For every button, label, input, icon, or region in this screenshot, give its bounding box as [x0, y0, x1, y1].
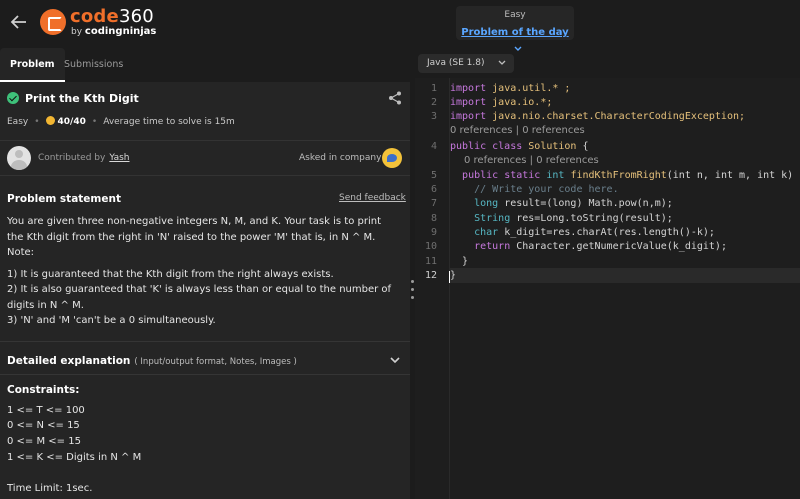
code-import-util: java.util.* ;: [492, 83, 571, 94]
time-limit: Time Limit: 1sec.: [7, 483, 93, 494]
code-line-8: String res=Long.toString(result);: [474, 213, 673, 224]
constraint-3: 0 <= M <= 15: [7, 436, 81, 447]
detail-heading: Detailed explanation: [7, 355, 131, 367]
codelens-references[interactable]: 0 references | 0 references: [464, 155, 599, 166]
avatar: [7, 146, 31, 170]
line-number: 2: [430, 97, 437, 108]
code-editor[interactable]: 1 2 3 4 5 6 7 8 9 10 11 12 import java.u…: [415, 78, 800, 499]
chevron-down-icon[interactable]: [390, 356, 400, 364]
code-method-name: findKthFromRight: [570, 170, 667, 181]
constraint-4: 1 <= K <= Digits in N ^ M: [7, 452, 142, 463]
note-label: Note:: [7, 247, 35, 258]
problem-meta: Easy • 40/40 • Average time to solve is 15m: [7, 116, 235, 127]
code-import-charset: java.nio.charset.CharacterCodingExceptio…: [492, 111, 746, 122]
code-close-method: }: [462, 256, 469, 267]
code-import-io: java.io.*;: [492, 97, 553, 108]
share-icon[interactable]: [388, 91, 402, 105]
line-number: 9: [430, 227, 437, 238]
logo-by: by: [71, 27, 83, 37]
contributor-row: Contributed by Yash Asked in company: [0, 140, 410, 176]
line-number: 1: [430, 83, 437, 94]
line-number: 8: [430, 213, 437, 224]
line-number: 3: [430, 111, 437, 122]
logo-title[interactable]: code360: [70, 6, 154, 27]
potd-link[interactable]: Problem of the day: [461, 27, 568, 38]
code-line-6: // Write your code here.: [450, 184, 619, 198]
line-number: 11: [424, 256, 437, 267]
code-stmt-res: res=Long.toString(result);: [516, 213, 673, 224]
detailed-explanation-toggle[interactable]: Detailed explanation( Input/output forma…: [7, 355, 297, 367]
note-1: 1) It is guaranteed that the Kth digit f…: [7, 269, 334, 280]
codelens-references[interactable]: 0 references | 0 references: [450, 125, 585, 136]
company-logo-icon[interactable]: [382, 148, 402, 168]
top-bar: code360 by codingninjas Easy Problem of …: [0, 0, 800, 51]
potd-difficulty: Easy: [504, 10, 526, 20]
code-stmt-return: Character.getNumericValue(k_digit);: [516, 241, 727, 252]
code-comment: // Write your code here.: [474, 184, 619, 195]
statement-text: You are given three non-negative integer…: [7, 216, 381, 243]
logo-360: 360: [118, 6, 154, 27]
code-line-1: import java.util.* ;: [450, 83, 571, 94]
problem-of-the-day[interactable]: Easy Problem of the day: [456, 6, 574, 51]
logo-code: code: [70, 6, 119, 27]
language-select[interactable]: Java (SE 1.8): [418, 54, 514, 73]
contributed-label: Contributed by: [38, 153, 106, 163]
line-number: 7: [430, 198, 437, 209]
coin-icon: [45, 116, 55, 125]
constraint-1: 1 <= T <= 100: [7, 405, 85, 416]
code-close-class: }: [450, 270, 457, 281]
tab-submissions[interactable]: Submissions: [54, 48, 133, 82]
contributor-link[interactable]: Yash: [109, 153, 129, 163]
code-line-3: import java.nio.charset.CharacterCodingE…: [450, 111, 746, 122]
code-line-2: import java.io.*;: [450, 97, 553, 108]
back-arrow-icon[interactable]: [9, 12, 29, 32]
code-line-9: char k_digit=res.charAt(res.length()-k);: [474, 227, 715, 238]
line-number: 12: [424, 270, 437, 281]
avg-time: Average time to solve is 15m: [103, 117, 235, 127]
problem-title: Print the Kth Digit: [25, 92, 139, 105]
line-number-gutter: 1 2 3 4 5 6 7 8 9 10 11 12: [415, 78, 449, 499]
panel-resize-handle[interactable]: [411, 280, 414, 304]
send-feedback-link[interactable]: Send feedback: [339, 193, 406, 203]
divider: [0, 374, 410, 375]
chevron-down-icon: [498, 60, 506, 65]
line-number: 4: [430, 141, 437, 152]
difficulty-label: Easy: [7, 117, 29, 127]
code-line-12: }: [450, 270, 456, 284]
contributed-by: Contributed by Yash: [38, 153, 130, 163]
code-stmt-result: result=(long) Math.pow(n,m);: [504, 198, 673, 209]
code-line-5: public static int findKthFromRight(int n…: [450, 170, 800, 184]
note-3: 3) 'N' and 'M 'can't be a 0 simultaneous…: [7, 315, 216, 326]
divider: [0, 341, 410, 342]
code-class-name: Solution: [528, 141, 577, 152]
text-cursor: [449, 271, 450, 283]
code-stmt-kdigit: k_digit=res.charAt(res.length()-k);: [504, 227, 715, 238]
logo-brand: codingninjas: [84, 26, 157, 37]
code-line-11: }: [450, 256, 468, 270]
constraints-heading: Constraints:: [7, 384, 80, 396]
code-method-params: (int n, int m, int k) {: [666, 170, 800, 181]
code360-logo-icon[interactable]: [40, 9, 66, 35]
score: 40/40: [57, 117, 86, 127]
code-line-4: public class Solution {: [450, 141, 589, 152]
asked-in-company-label: Asked in company: [299, 153, 382, 163]
detail-subtitle: ( Input/output format, Notes, Images ): [134, 357, 297, 367]
line-number: 10: [424, 241, 437, 252]
current-line-highlight: [450, 268, 800, 283]
code-line-10: return Character.getNumericValue(k_digit…: [474, 241, 727, 252]
problem-title-row: Print the Kth Digit: [7, 92, 139, 105]
statement-heading: Problem statement: [7, 193, 121, 205]
solved-check-icon: [7, 92, 19, 104]
line-number: 5: [430, 170, 437, 181]
constraint-2: 0 <= N <= 15: [7, 420, 80, 431]
language-value: Java (SE 1.8): [427, 58, 485, 68]
note-2: 2) It is also guaranteed that 'K' is alw…: [7, 284, 392, 311]
line-number: 6: [430, 184, 437, 195]
logo-subtitle: by codingninjas: [71, 26, 156, 37]
panel-tabs: Problem Submissions: [0, 48, 410, 82]
code-content[interactable]: import java.util.* ; import java.io.*; i…: [450, 78, 800, 281]
code-line-7: long result=(long) Math.pow(n,m);: [474, 198, 673, 209]
chevron-down-icon[interactable]: [514, 45, 522, 53]
problem-panel: Problem Submissions Print the Kth Digit …: [0, 48, 410, 499]
